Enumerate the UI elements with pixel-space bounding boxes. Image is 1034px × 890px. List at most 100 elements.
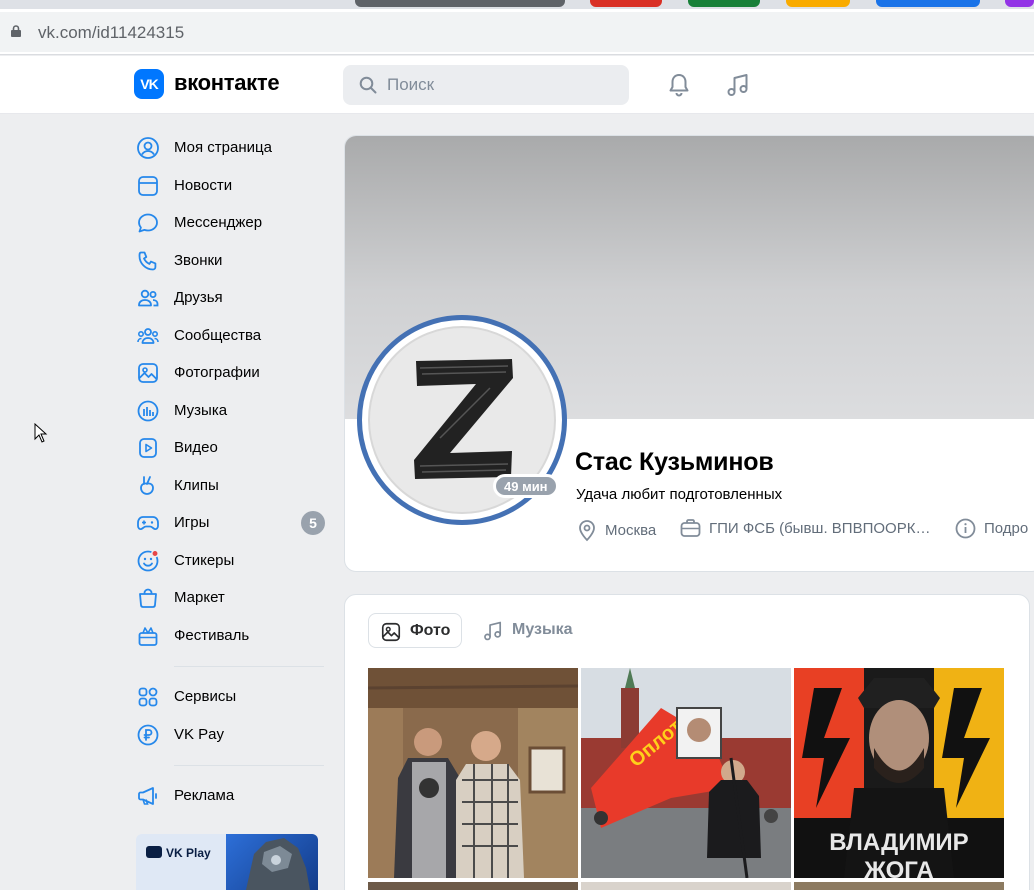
sidebar-item-messenger[interactable]: Мессенджер (128, 204, 328, 240)
address-bar[interactable]: vk.com/id11424315 (0, 12, 1034, 52)
ruble-icon (137, 724, 159, 746)
sidebar-item-label: Друзья (174, 289, 223, 306)
sidebar-item-music[interactable]: Музыка (128, 392, 328, 428)
sidebar-item-friends[interactable]: Друзья (128, 279, 328, 315)
promo-label: VK Play (166, 846, 211, 860)
tab-music[interactable]: Музыка (480, 613, 590, 648)
profile-name: Стас Кузьминов (575, 448, 774, 476)
vk-logo-icon[interactable]: VK (134, 69, 164, 99)
profile-city[interactable]: Москва (577, 518, 656, 542)
sidebar-divider (174, 765, 324, 766)
bell-icon[interactable] (666, 72, 692, 98)
url-path: id11424315 (96, 23, 185, 42)
lock-icon[interactable] (11, 25, 21, 37)
sidebar-item-news[interactable]: Новости (128, 167, 328, 203)
sidebar-item-services[interactable]: Сервисы (128, 678, 328, 714)
music-icon (137, 400, 159, 422)
friends-icon (138, 289, 159, 307)
message-icon (138, 213, 158, 233)
sidebar-item-label: Клипы (174, 477, 219, 494)
sidebar-item-label: Фестиваль (174, 627, 250, 644)
work-text: ГПИ ФСБ (бывш. ВПВПООРК… (709, 519, 931, 537)
music-note-icon (484, 621, 502, 641)
browser-tab-strip (0, 0, 1034, 9)
games-counter-badge: 5 (301, 511, 325, 535)
tab-edge[interactable] (688, 0, 760, 7)
sidebar-item-stickers[interactable]: Стикеры (128, 542, 328, 578)
sidebar-item-label: Звонки (174, 252, 223, 269)
vk-play-logo-icon (146, 846, 162, 858)
photo-thumbnail[interactable]: ВЛАДИМИР ЖОГА (794, 668, 1004, 878)
photo-image: ВЛАДИМИР ЖОГА (794, 668, 1004, 878)
photo-thumbnail[interactable] (368, 668, 578, 878)
briefcase-icon (680, 519, 701, 537)
promo-character-icon (246, 838, 310, 890)
picture-icon (138, 363, 158, 383)
sidebar-item-label: Музыка (174, 402, 228, 419)
sidebar-item-label: Моя страница (174, 139, 272, 156)
profile-work[interactable]: ГПИ ФСБ (бывш. ВПВПООРК… (680, 518, 930, 538)
profile-status[interactable]: Удача любит подготовленных (576, 486, 782, 503)
sidebar-item-my-page[interactable]: Моя страница (128, 129, 328, 165)
search-placeholder: Поиск (387, 75, 435, 94)
photo-thumbnail[interactable]: Оплот (581, 668, 791, 878)
browser-toolbar: vk.com/id11424315 (0, 9, 1034, 55)
sidebar-divider (174, 666, 324, 667)
sidebar-item-label: VK Pay (174, 726, 225, 743)
sidebar-item-market[interactable]: Маркет (128, 579, 328, 615)
sidebar-item-label: Видео (174, 439, 218, 456)
mouse-cursor-icon (34, 423, 48, 443)
sidebar-item-label: Реклама (174, 787, 235, 804)
photo-thumbnail[interactable] (794, 882, 1004, 890)
sidebar-item-label: Фотографии (174, 364, 260, 381)
search-input[interactable]: Поиск (343, 65, 629, 105)
tab-edge[interactable] (786, 0, 850, 7)
poster-subtitle: ЖОГА (863, 857, 933, 878)
tab-edge[interactable] (590, 0, 662, 7)
picture-icon (381, 622, 401, 642)
site-header: VK вконтакте Поиск (0, 56, 1034, 114)
photo-image: Оплот (581, 668, 791, 878)
tab-edge[interactable] (876, 0, 980, 7)
sidebar-item-label: Мессенджер (174, 214, 263, 231)
city-text: Москва (605, 521, 657, 539)
services-icon (138, 687, 158, 707)
info-icon (955, 518, 976, 539)
user-circle-icon (137, 137, 159, 159)
sidebar-item-label: Сообщества (174, 327, 262, 344)
smile-icon (137, 549, 159, 572)
megaphone-icon (138, 787, 157, 805)
sidebar-item-photos[interactable]: Фотографии (128, 354, 328, 390)
gamepad-icon (137, 516, 159, 530)
sidebar-item-label: Маркет (174, 589, 225, 606)
tab-photo[interactable]: Фото (368, 613, 462, 648)
sidebar-item-label: Сервисы (174, 688, 237, 705)
bag-icon (139, 588, 157, 608)
sidebar-item-vk-pay[interactable]: VK Pay (128, 716, 328, 752)
sidebar-item-clips[interactable]: Клипы (128, 467, 328, 503)
sidebar-item-ads[interactable]: Реклама (128, 777, 328, 813)
newsfeed-icon (138, 176, 158, 196)
tab-photo-label: Фото (410, 622, 451, 639)
tab-edge[interactable] (355, 0, 565, 7)
video-icon (139, 438, 157, 458)
profile-details-link[interactable]: Подро (955, 518, 1028, 539)
photo-thumbnail[interactable] (581, 882, 791, 890)
url-text[interactable]: vk.com/id11424315 (38, 23, 184, 43)
sidebar-item-label: Новости (174, 177, 233, 194)
vk-logo-text[interactable]: вконтакте (174, 70, 280, 96)
sidebar-item-calls[interactable]: Звонки (128, 242, 328, 278)
photo-thumbnail[interactable] (368, 882, 578, 890)
phone-icon (138, 251, 157, 271)
vk-play-promo-banner[interactable]: VK Play (136, 834, 318, 890)
sidebar-item-label: Стикеры (174, 552, 235, 569)
sidebar-item-communities[interactable]: Сообщества (128, 317, 328, 353)
sidebar-item-video[interactable]: Видео (128, 429, 328, 465)
sidebar-item-festival[interactable]: Фестиваль (128, 617, 328, 653)
url-host: vk.com/ (38, 23, 97, 42)
details-text: Подро (984, 520, 1029, 537)
music-note-icon[interactable] (725, 72, 751, 98)
tab-edge[interactable] (1005, 0, 1034, 7)
sidebar-item-label: Игры (174, 514, 210, 531)
sidebar-item-games[interactable]: Игры 5 (128, 504, 328, 540)
